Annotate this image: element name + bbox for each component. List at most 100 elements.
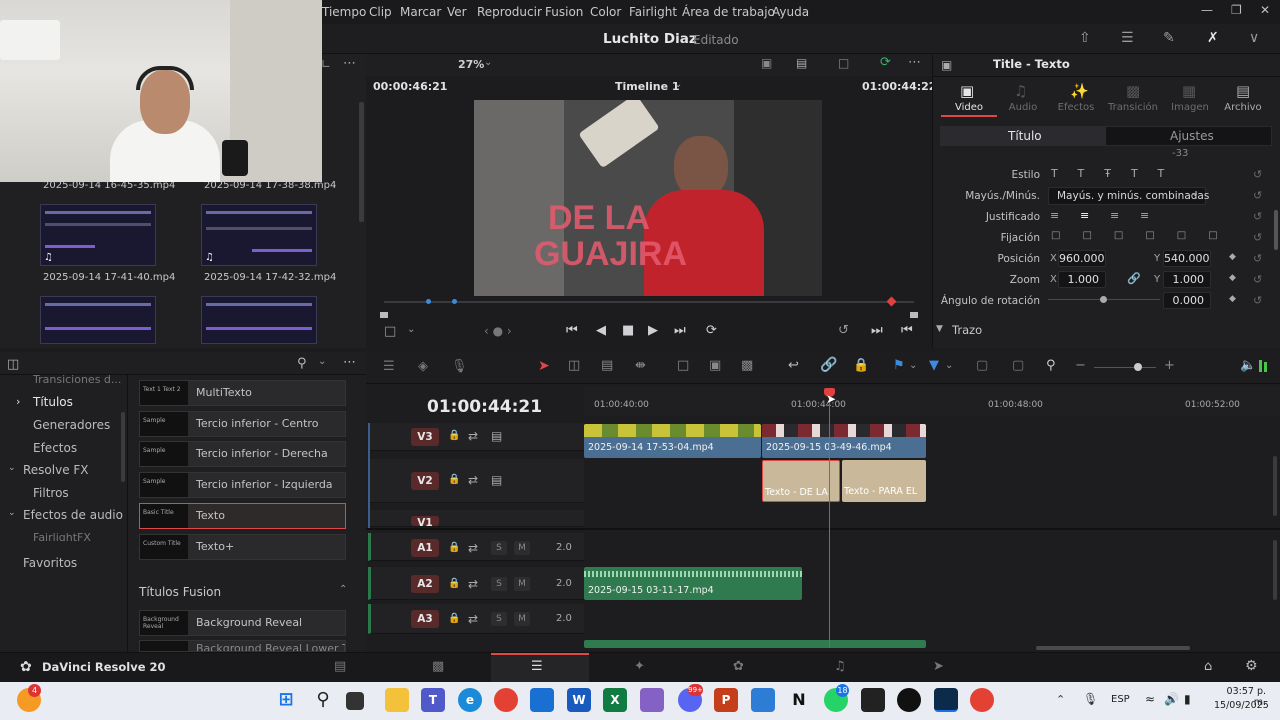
minimize-icon[interactable]: — xyxy=(1201,3,1213,17)
chevron-down-icon[interactable]: ▼ xyxy=(936,324,943,334)
display-icon[interactable]: ▤ xyxy=(796,56,807,70)
app-icon[interactable] xyxy=(751,688,775,712)
rotation-field[interactable]: 0.000 xyxy=(1163,292,1211,309)
menu-fusion[interactable]: Fusion xyxy=(545,5,583,19)
auto-track-icon[interactable]: ⇄ xyxy=(468,612,478,626)
enable-track-icon[interactable]: ▤ xyxy=(491,473,502,487)
effect-item[interactable]: Text 1 Text 2 MultiTexto xyxy=(139,380,346,406)
deliver-page-icon[interactable]: ➤ xyxy=(933,659,944,674)
chevron-down-icon[interactable]: ⌄ xyxy=(484,57,492,68)
effects-tab-icon[interactable]: ✨ xyxy=(1070,82,1089,100)
timeline-clip-v3[interactable]: 2025-09-15 03-49-46.mp4 xyxy=(762,424,926,458)
trim-tool-icon[interactable]: ◫ xyxy=(568,358,580,373)
in-point-icon[interactable] xyxy=(380,312,388,318)
davinci-taskbar-icon[interactable] xyxy=(934,688,958,712)
mute-button[interactable]: M xyxy=(514,577,530,591)
zoom-out-icon[interactable]: − xyxy=(1075,358,1086,373)
chevron-down-icon[interactable]: ⌄ xyxy=(318,356,326,367)
solo-button[interactable]: S xyxy=(491,612,507,626)
search-icon[interactable]: ⚲ xyxy=(297,356,307,371)
timeline-view-icon[interactable]: ☰ xyxy=(383,359,395,374)
reset-icon[interactable]: ↺ xyxy=(1253,273,1262,286)
reset-icon[interactable]: ↺ xyxy=(1253,189,1262,202)
menu-reproducir[interactable]: Reproducir xyxy=(477,5,542,19)
more-options-icon[interactable]: ⋯ xyxy=(343,355,356,370)
volume-icon[interactable]: 🔊 xyxy=(1164,692,1179,706)
tab-audio[interactable]: Audio xyxy=(995,102,1051,113)
menu-fairlight[interactable]: Fairlight xyxy=(629,5,677,19)
next-edit-icon[interactable]: ⏭ xyxy=(871,323,883,338)
play-icon[interactable]: ▶ xyxy=(648,323,658,338)
timeline-audio-clip[interactable]: 2025-09-15 03-11-17.mp4 xyxy=(584,567,802,600)
track-label-v3[interactable]: V3 xyxy=(411,428,439,446)
reset-icon[interactable]: ↺ xyxy=(1253,252,1262,265)
align-left-icon[interactable]: ≡ xyxy=(1050,209,1059,222)
image-tab-icon[interactable]: ▦ xyxy=(1182,82,1196,100)
lock-icon[interactable]: 🔒 xyxy=(448,474,460,485)
lock-icon[interactable]: 🔒 xyxy=(448,430,460,441)
keyframe-icon[interactable]: ◆ xyxy=(1229,294,1236,304)
panel-toggle-icon[interactable]: ◫ xyxy=(7,357,19,372)
voiceover-icon[interactable]: 🎙 xyxy=(451,359,468,374)
jog-icon[interactable]: ‹ ● › xyxy=(484,324,512,338)
viewer-zoom[interactable]: 27% xyxy=(458,58,484,71)
clock-date[interactable]: 15/09/2025 xyxy=(1214,700,1269,711)
share-icon[interactable]: ⇧ xyxy=(1079,30,1091,46)
transform-icon[interactable]: □ xyxy=(838,56,849,70)
word-icon[interactable]: W xyxy=(567,688,591,712)
keyframe-icon[interactable]: ◆ xyxy=(1229,252,1236,262)
lock-icon[interactable]: 🔒 xyxy=(448,578,460,589)
solo-button[interactable]: S xyxy=(491,577,507,591)
marker-blue[interactable] xyxy=(426,299,431,304)
match-frame-icon[interactable]: ↺ xyxy=(838,323,849,338)
zoom-y-field[interactable]: 1.000 xyxy=(1163,271,1211,288)
auto-track-icon[interactable]: ⇄ xyxy=(468,577,478,591)
transition-tab-icon[interactable]: ▩ xyxy=(1126,82,1140,100)
timeline-vscrollbar[interactable] xyxy=(1273,540,1277,600)
video-tab-icon[interactable]: ▣ xyxy=(960,82,974,100)
tree-item-fairlightfx[interactable]: FairlightFX xyxy=(33,531,91,541)
tree-item-favoritos[interactable]: Favoritos xyxy=(23,556,77,570)
track-label-a1[interactable]: A1 xyxy=(411,539,439,557)
menu-area-de-trabajo[interactable]: Área de trabajo xyxy=(682,5,775,19)
reset-icon[interactable]: ↺ xyxy=(1253,210,1262,223)
reset-icon[interactable]: ↺ xyxy=(1253,231,1262,244)
speaker-icon[interactable]: 🔈 xyxy=(1240,358,1256,373)
tree-item-resolve-fx[interactable]: Resolve FX xyxy=(23,463,89,477)
menu-color[interactable]: Color xyxy=(590,5,621,19)
cut-page-icon[interactable]: ▩ xyxy=(432,659,444,674)
tree-item-efectos[interactable]: Efectos xyxy=(33,441,77,455)
media-page-icon[interactable]: ▤ xyxy=(334,659,346,674)
previous-edit-icon[interactable]: ⏮ xyxy=(901,323,913,338)
track-label-v1[interactable]: V1 xyxy=(411,516,439,526)
timeline-ruler[interactable] xyxy=(584,386,1280,416)
zoom-in-icon[interactable]: + xyxy=(1164,358,1175,373)
inspector-scrollbar[interactable] xyxy=(1274,210,1278,250)
excel-icon[interactable]: X xyxy=(603,688,627,712)
chevron-up-icon[interactable]: ⌃ xyxy=(339,584,347,595)
enable-track-icon[interactable]: ▤ xyxy=(491,429,502,443)
effect-item[interactable]: Background Reveal Background Reveal xyxy=(139,610,346,636)
position-x-field[interactable]: 960.000 xyxy=(1058,250,1106,267)
zoom-slider-handle[interactable] xyxy=(1134,363,1142,371)
viewer-mode-icon[interactable]: ▣ xyxy=(761,56,772,70)
subtab-ajustes[interactable]: Ajustes xyxy=(1170,129,1214,143)
audio-tab-icon[interactable]: ♫ xyxy=(1014,82,1027,100)
tree-item-generadores[interactable]: Generadores xyxy=(33,418,110,432)
mute-button[interactable]: M xyxy=(514,612,530,626)
solo-button[interactable]: S xyxy=(491,541,507,555)
language-indicator[interactable]: ESP xyxy=(1111,694,1130,705)
inspector-icon[interactable]: ✗ xyxy=(1207,30,1219,46)
align-justify-icon[interactable]: ≡ xyxy=(1140,209,1149,222)
clip-view-icon[interactable]: ◈ xyxy=(418,359,428,374)
marker-blue[interactable] xyxy=(452,299,457,304)
track-label-a2[interactable]: A2 xyxy=(411,575,439,593)
fusion-titles-header[interactable]: Títulos Fusion xyxy=(139,585,221,599)
windows-start-icon[interactable]: ⊞ xyxy=(274,688,298,712)
anchor-icons[interactable]: □□□□□□ xyxy=(1051,230,1240,241)
maximize-icon[interactable]: ❐ xyxy=(1231,3,1242,17)
marker-icon[interactable]: ▼ xyxy=(929,358,939,373)
chevron-down-icon[interactable]: ⌄ xyxy=(407,324,415,335)
menu-ver[interactable]: Ver xyxy=(447,5,467,19)
fairlight-page-icon[interactable]: ♫ xyxy=(834,659,846,674)
